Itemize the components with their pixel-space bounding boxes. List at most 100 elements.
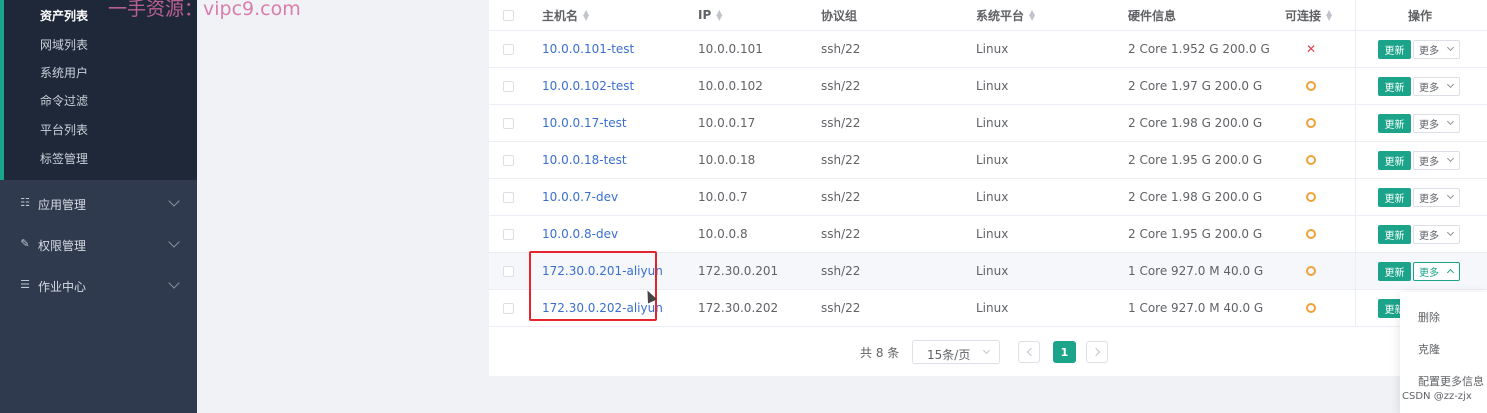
more-dropdown-button[interactable]: 更多: [1413, 188, 1460, 207]
select-all-checkbox[interactable]: [503, 0, 514, 30]
hostname-link[interactable]: 10.0.0.102-test: [542, 68, 634, 104]
ip-cell: 10.0.0.8: [698, 227, 748, 241]
sidebar-item-system-users[interactable]: 系统用户: [40, 64, 88, 81]
ip-cell: 172.30.0.201: [698, 264, 779, 278]
close-icon: ✕: [1306, 42, 1317, 56]
header-label: 系统平台: [976, 8, 1025, 23]
more-dropdown-button[interactable]: 更多: [1413, 262, 1460, 281]
update-button[interactable]: 更新: [1378, 114, 1411, 133]
connectable-status: ✕: [1306, 31, 1316, 67]
header-ip[interactable]: IP ▲ ▼: [698, 0, 723, 30]
header-platform[interactable]: 系统平台 ▲ ▼: [976, 0, 1036, 30]
platform-cell: Linux: [976, 42, 1009, 56]
update-button[interactable]: 更新: [1378, 262, 1411, 281]
hardware-cell: 2 Core 1.95 G 200.0 G: [1128, 227, 1263, 241]
sidebar-group-apps[interactable]: ☷ 应用管理: [0, 183, 197, 223]
row-checkbox[interactable]: [503, 216, 514, 252]
hostname-link[interactable]: 10.0.0.17-test: [542, 105, 627, 141]
sort-icon[interactable]: ▲ ▼: [1326, 9, 1333, 22]
ip-cell: 10.0.0.101: [698, 42, 763, 56]
more-label: 更多: [1419, 83, 1439, 94]
sidebar-group-permissions[interactable]: ✎ 权限管理: [0, 224, 197, 264]
prev-page-button[interactable]: [1018, 341, 1040, 363]
menu-item-configure-more[interactable]: 配置更多信息: [1418, 373, 1484, 389]
status-circle-icon: [1306, 303, 1316, 313]
row-checkbox[interactable]: [503, 105, 514, 141]
ip-cell: 10.0.0.7: [698, 190, 748, 204]
header-label: 可连接: [1285, 8, 1322, 23]
row-checkbox[interactable]: [503, 31, 514, 67]
table-row: 10.0.0.17-test 10.0.0.17 ssh/22 Linux 2 Core…: [489, 105, 1487, 142]
hostname-link[interactable]: 10.0.0.101-test: [542, 31, 634, 67]
page-size-value: 15条/页: [927, 348, 971, 362]
sidebar-item-tag-management[interactable]: 标签管理: [40, 150, 88, 167]
hostname-link[interactable]: 10.0.0.7-dev: [542, 179, 618, 215]
status-circle-icon: [1306, 266, 1316, 276]
ip-cell: 10.0.0.102: [698, 79, 763, 93]
update-button[interactable]: 更新: [1378, 77, 1411, 96]
protocol-cell: ssh/22: [821, 116, 861, 130]
sidebar: 资产列表 网域列表 系统用户 命令过滤 平台列表 标签管理 ☷ 应用管理 ✎ 权…: [0, 0, 301, 413]
next-page-button[interactable]: [1086, 341, 1108, 363]
column-divider: [1355, 105, 1356, 141]
menu-item-clone[interactable]: 克隆: [1418, 341, 1440, 357]
table-row: 10.0.0.7-dev 10.0.0.7 ssh/22 Linux 2 Core 1.…: [489, 179, 1487, 216]
chevron-down-icon: [1446, 117, 1455, 126]
sidebar-item-command-filter[interactable]: 命令过滤: [40, 92, 88, 109]
row-checkbox[interactable]: [503, 253, 514, 289]
protocol-cell: ssh/22: [821, 301, 861, 315]
column-divider: [1355, 179, 1356, 215]
chevron-down-icon: [1446, 191, 1455, 200]
asset-submenu: 资产列表 网域列表 系统用户 命令过滤 平台列表 标签管理: [0, 0, 197, 180]
more-dropdown-button[interactable]: 更多: [1413, 77, 1460, 96]
more-label: 更多: [1419, 120, 1439, 131]
page-size-select[interactable]: 15条/页: [912, 340, 1000, 364]
more-label: 更多: [1419, 231, 1439, 242]
hardware-cell: 2 Core 1.98 G 200.0 G: [1128, 190, 1263, 204]
chevron-down-icon: [1446, 43, 1455, 52]
header-protocol: 协议组: [821, 0, 857, 30]
platform-cell: Linux: [976, 264, 1009, 278]
connectable-status: [1306, 290, 1316, 326]
column-divider: [1355, 253, 1356, 289]
sort-icon[interactable]: ▲ ▼: [716, 9, 723, 22]
sidebar-item-platform-list[interactable]: 平台列表: [40, 121, 88, 138]
chevron-down-icon: [168, 195, 180, 207]
row-checkbox[interactable]: [503, 142, 514, 178]
more-dropdown-button[interactable]: 更多: [1413, 114, 1460, 133]
sidebar-item-asset-list[interactable]: 资产列表: [40, 7, 88, 24]
sort-icon[interactable]: ▲ ▼: [583, 9, 590, 22]
row-checkbox[interactable]: [503, 290, 514, 326]
more-dropdown-button[interactable]: 更多: [1413, 225, 1460, 244]
update-button[interactable]: 更新: [1378, 225, 1411, 244]
sidebar-group-jobs[interactable]: ☰ 作业中心: [0, 265, 197, 305]
update-button[interactable]: 更新: [1378, 40, 1411, 59]
column-divider: [1355, 68, 1356, 104]
status-circle-icon: [1306, 118, 1316, 128]
row-checkbox[interactable]: [503, 179, 514, 215]
hostname-link[interactable]: 10.0.0.18-test: [542, 142, 627, 178]
update-button[interactable]: 更新: [1378, 188, 1411, 207]
header-connectable[interactable]: 可连接 ▲ ▼: [1285, 0, 1333, 30]
more-label: 更多: [1419, 194, 1439, 205]
menu-item-delete[interactable]: 删除: [1418, 309, 1440, 325]
page-number-current[interactable]: 1: [1053, 341, 1076, 363]
more-label: 更多: [1419, 157, 1439, 168]
hardware-cell: 1 Core 927.0 M 40.0 G: [1128, 301, 1264, 315]
update-button[interactable]: 更新: [1378, 151, 1411, 170]
header-hostname[interactable]: 主机名 ▲ ▼: [542, 0, 590, 30]
ip-cell: 10.0.0.18: [698, 153, 756, 167]
sort-icon[interactable]: ▲ ▼: [1029, 9, 1036, 22]
row-checkbox[interactable]: [503, 68, 514, 104]
protocol-cell: ssh/22: [821, 153, 861, 167]
chevron-down-icon: [1446, 154, 1455, 163]
more-dropdown-button[interactable]: 更多: [1413, 151, 1460, 170]
header-label: 主机名: [542, 8, 579, 23]
header-label: 操作: [1408, 8, 1433, 23]
chevron-down-icon: [1446, 80, 1455, 89]
connectable-status: [1306, 216, 1316, 252]
more-dropdown-button[interactable]: 更多: [1413, 40, 1460, 59]
sidebar-item-domain-list[interactable]: 网域列表: [40, 36, 88, 53]
platform-cell: Linux: [976, 79, 1009, 93]
hostname-link[interactable]: 10.0.0.8-dev: [542, 216, 618, 252]
